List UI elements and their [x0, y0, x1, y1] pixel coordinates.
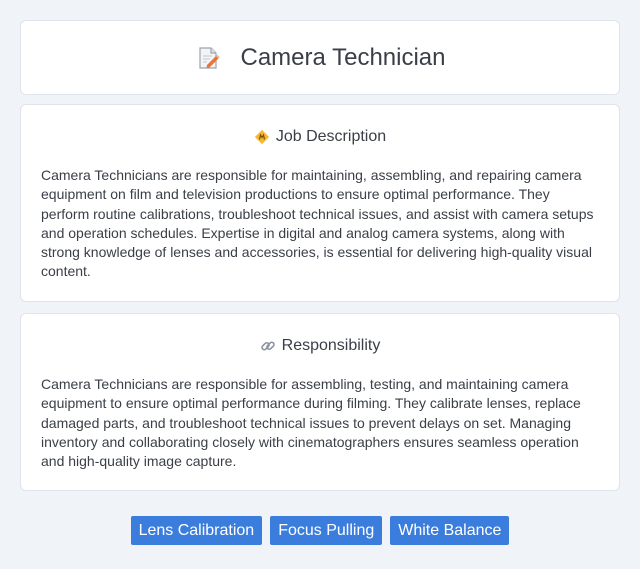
responsibility-text: Camera Technicians are responsible for a… — [41, 376, 581, 470]
job-description-text: Camera Technicians are responsible for m… — [41, 167, 594, 280]
link-icon — [260, 338, 276, 354]
job-description-header: Job Description — [41, 125, 599, 149]
diamond-badge-icon — [254, 129, 270, 145]
page: Camera Technician Job Description Camera… — [0, 0, 640, 569]
responsibility-heading: Responsibility — [281, 337, 381, 354]
tag-white-balance[interactable]: White Balance — [390, 516, 510, 545]
job-description-heading: Job Description — [275, 128, 387, 145]
tag-focus-pulling[interactable]: Focus Pulling — [270, 516, 383, 545]
responsibility-card: Responsibility Camera Technicians are re… — [20, 313, 620, 491]
tag-list: Lens Calibration Focus Pulling White Bal… — [0, 516, 640, 545]
title-card: Camera Technician — [20, 20, 620, 95]
job-description-card: Job Description Camera Technicians are r… — [20, 104, 620, 302]
document-pencil-icon — [195, 45, 221, 71]
page-title: Camera Technician — [240, 43, 446, 71]
responsibility-header: Responsibility — [41, 334, 599, 358]
tag-lens-calibration[interactable]: Lens Calibration — [130, 516, 263, 545]
